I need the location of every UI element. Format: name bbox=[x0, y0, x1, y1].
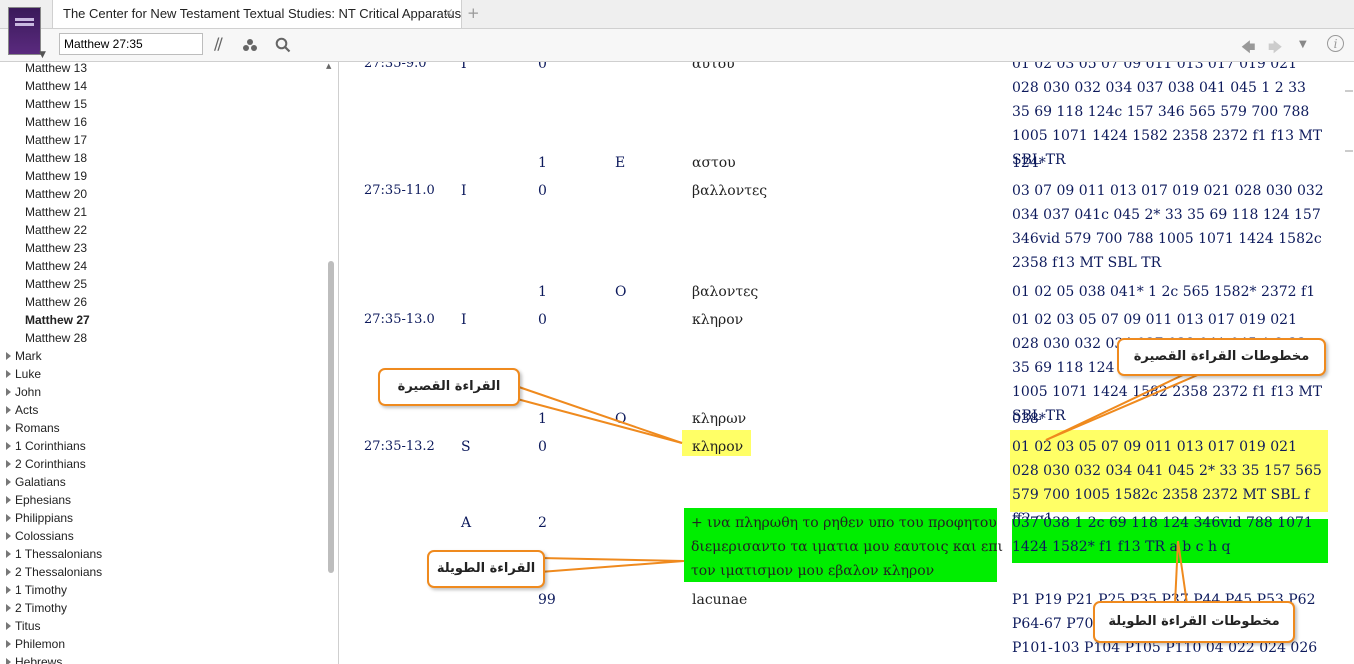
sidebar-book-item[interactable]: Colossians bbox=[0, 527, 102, 545]
sidebar-chapter-item[interactable]: Matthew 22 bbox=[0, 221, 102, 239]
sidebar-scrollbar-thumb[interactable] bbox=[328, 261, 334, 573]
witnesses-cell: 038* bbox=[1012, 411, 1046, 427]
reference-cell[interactable]: 27:35-11.0 bbox=[364, 179, 435, 203]
book-navigation-list: Matthew 13 Matthew 14 Matthew 15 Matthew 16… bbox=[0, 62, 102, 664]
reading-text-line: τον ιματισμον μου εβαλον κληρον bbox=[691, 563, 935, 579]
variant-number-cell: 1 bbox=[538, 284, 547, 300]
long-reading-manuscripts-callout: مخطوطات القراءة الطويلة bbox=[1093, 601, 1295, 643]
reading-text-line: + ινα πληρωθη το ρηθεν υπο του προφητου bbox=[691, 515, 997, 531]
witnesses-cell: 01 02 05 038 041* 1 2c 565 1582* 2372 f1 bbox=[1012, 284, 1316, 300]
sidebar-book-item[interactable]: Luke bbox=[0, 365, 102, 383]
sidebar-book-item[interactable]: Acts bbox=[0, 401, 102, 419]
sidebar-chapter-item[interactable]: Matthew 20 bbox=[0, 185, 102, 203]
reading-text-cell: βαλοντες bbox=[692, 284, 759, 300]
reference-input[interactable] bbox=[59, 33, 203, 55]
toolbar: // 🡄 🡆 ▼ i bbox=[0, 29, 1354, 62]
scroll-marker bbox=[1345, 90, 1353, 92]
class-cell: E bbox=[615, 155, 626, 171]
variant-number-cell: 99 bbox=[538, 592, 556, 608]
class-cell: O bbox=[615, 284, 627, 300]
sidebar-chapter-item[interactable]: Matthew 28 bbox=[0, 329, 102, 347]
sidebar-book-item[interactable]: Ephesians bbox=[0, 491, 102, 509]
chevron-down-icon[interactable]: ▼ bbox=[39, 50, 46, 60]
scroll-marker bbox=[1345, 150, 1353, 152]
sidebar-book-item[interactable]: Hebrews bbox=[0, 653, 102, 664]
variant-number-cell: 1 bbox=[538, 411, 547, 427]
short-reading-callout: القراءة القصيرة bbox=[378, 368, 520, 406]
sidebar-book-item[interactable]: 2 Thessalonians bbox=[0, 563, 102, 581]
document-tab[interactable]: The Center for New Testament Textual Stu… bbox=[52, 0, 462, 28]
reference-cell[interactable]: 27:35-13.0 bbox=[364, 308, 435, 332]
sidebar-chapter-item[interactable]: Matthew 27 bbox=[0, 311, 102, 329]
resource-cover-icon[interactable] bbox=[9, 8, 40, 54]
new-tab-icon[interactable]: + bbox=[467, 4, 480, 22]
sidebar-chapter-item[interactable]: Matthew 26 bbox=[0, 293, 102, 311]
back-icon[interactable]: 🡄 bbox=[1241, 37, 1255, 61]
sidebar-chapter-item[interactable]: Matthew 15 bbox=[0, 95, 102, 113]
sidebar-chapter-item[interactable]: Matthew 16 bbox=[0, 113, 102, 131]
sidebar-chapter-item[interactable]: Matthew 14 bbox=[0, 77, 102, 95]
sidebar-chapter-item[interactable]: Matthew 23 bbox=[0, 239, 102, 257]
dots-icon[interactable] bbox=[242, 38, 258, 52]
type-cell: I bbox=[461, 62, 467, 72]
sidebar-book-item[interactable]: 2 Timothy bbox=[0, 599, 102, 617]
sidebar-book-item[interactable]: Mark bbox=[0, 347, 102, 365]
sidebar-book-item[interactable]: Philemon bbox=[0, 635, 102, 653]
parallel-icon[interactable]: // bbox=[214, 34, 223, 53]
sidebar-chapter-item[interactable]: Matthew 17 bbox=[0, 131, 102, 149]
forward-icon[interactable]: 🡆 bbox=[1268, 37, 1282, 61]
variant-number-cell: 0 bbox=[538, 183, 547, 199]
class-cell: O bbox=[615, 411, 627, 427]
reading-text-cell: αυτου bbox=[692, 62, 735, 72]
short-reading-manuscripts-callout: مخطوطات القراءة القصيرة bbox=[1117, 338, 1326, 376]
sidebar-chapter-item[interactable]: Matthew 24 bbox=[0, 257, 102, 275]
sidebar-book-item[interactable]: Romans bbox=[0, 419, 102, 437]
sidebar-chapter-item[interactable]: Matthew 18 bbox=[0, 149, 102, 167]
search-icon[interactable] bbox=[275, 37, 291, 53]
reference-cell[interactable]: 27:35-9.0 bbox=[364, 62, 427, 76]
variant-number-cell: 1 bbox=[538, 155, 547, 171]
variant-number-cell: 2 bbox=[538, 515, 547, 531]
witnesses-cell: 03 07 09 011 013 017 019 021 028 030 032… bbox=[1012, 183, 1324, 271]
variant-number-cell: 0 bbox=[538, 62, 547, 72]
type-cell: A bbox=[461, 515, 472, 531]
reading-text-cell: βαλλοντες bbox=[692, 183, 768, 199]
info-icon[interactable]: i bbox=[1327, 35, 1344, 52]
reading-text-line: διεμερισαντο τα ιματια μου εαυτοις και ε… bbox=[691, 539, 1003, 555]
sidebar-chapter-item[interactable]: Matthew 25 bbox=[0, 275, 102, 293]
witnesses-cell: 124* bbox=[1012, 155, 1046, 171]
sidebar-book-item[interactable]: 2 Corinthians bbox=[0, 455, 102, 473]
reading-text-cell: αστου bbox=[692, 155, 736, 171]
type-cell: I bbox=[461, 183, 467, 199]
sidebar-book-item[interactable]: John bbox=[0, 383, 102, 401]
sidebar-book-item[interactable]: 1 Timothy bbox=[0, 581, 102, 599]
sidebar-book-item[interactable]: 1 Thessalonians bbox=[0, 545, 102, 563]
reference-cell[interactable]: 27:35-13.2 bbox=[364, 435, 435, 459]
sidebar-book-item[interactable]: Galatians bbox=[0, 473, 102, 491]
sidebar-chapter-item[interactable]: Matthew 13 bbox=[0, 62, 102, 77]
sidebar-book-item[interactable]: 1 Corinthians bbox=[0, 437, 102, 455]
sidebar-chapter-item[interactable]: Matthew 19 bbox=[0, 167, 102, 185]
reading-text-cell: κληρον bbox=[692, 439, 744, 455]
sidebar-book-item[interactable]: Philippians bbox=[0, 509, 102, 527]
type-cell: I bbox=[461, 312, 467, 328]
reading-text-cell: κληρον bbox=[692, 312, 744, 328]
variant-number-cell: 0 bbox=[538, 439, 547, 455]
sidebar-book-item[interactable]: Titus bbox=[0, 617, 102, 635]
sidebar: Matthew 13 Matthew 14 Matthew 15 Matthew 16… bbox=[0, 62, 339, 664]
main-scrollbar[interactable] bbox=[1341, 62, 1354, 664]
title-bar: The Center for New Testament Textual Stu… bbox=[0, 0, 1354, 29]
menu-dropdown-icon[interactable]: ▼ bbox=[1299, 39, 1307, 50]
tab-title: The Center for New Testament Textual Stu… bbox=[63, 6, 462, 21]
reading-text-cell: lacunae bbox=[692, 592, 748, 608]
scroll-up-icon[interactable]: ▲ bbox=[326, 62, 331, 70]
type-cell: S bbox=[461, 439, 471, 455]
reading-text-cell: κληρων bbox=[692, 411, 747, 427]
long-reading-callout: القراءة الطويلة bbox=[427, 550, 545, 588]
variant-number-cell: 0 bbox=[538, 312, 547, 328]
close-tab-icon[interactable]: × bbox=[443, 6, 454, 21]
sidebar-chapter-item[interactable]: Matthew 21 bbox=[0, 203, 102, 221]
witnesses-cell: 037 038 1 2c 69 118 124 346vid 788 1071 … bbox=[1012, 515, 1313, 555]
